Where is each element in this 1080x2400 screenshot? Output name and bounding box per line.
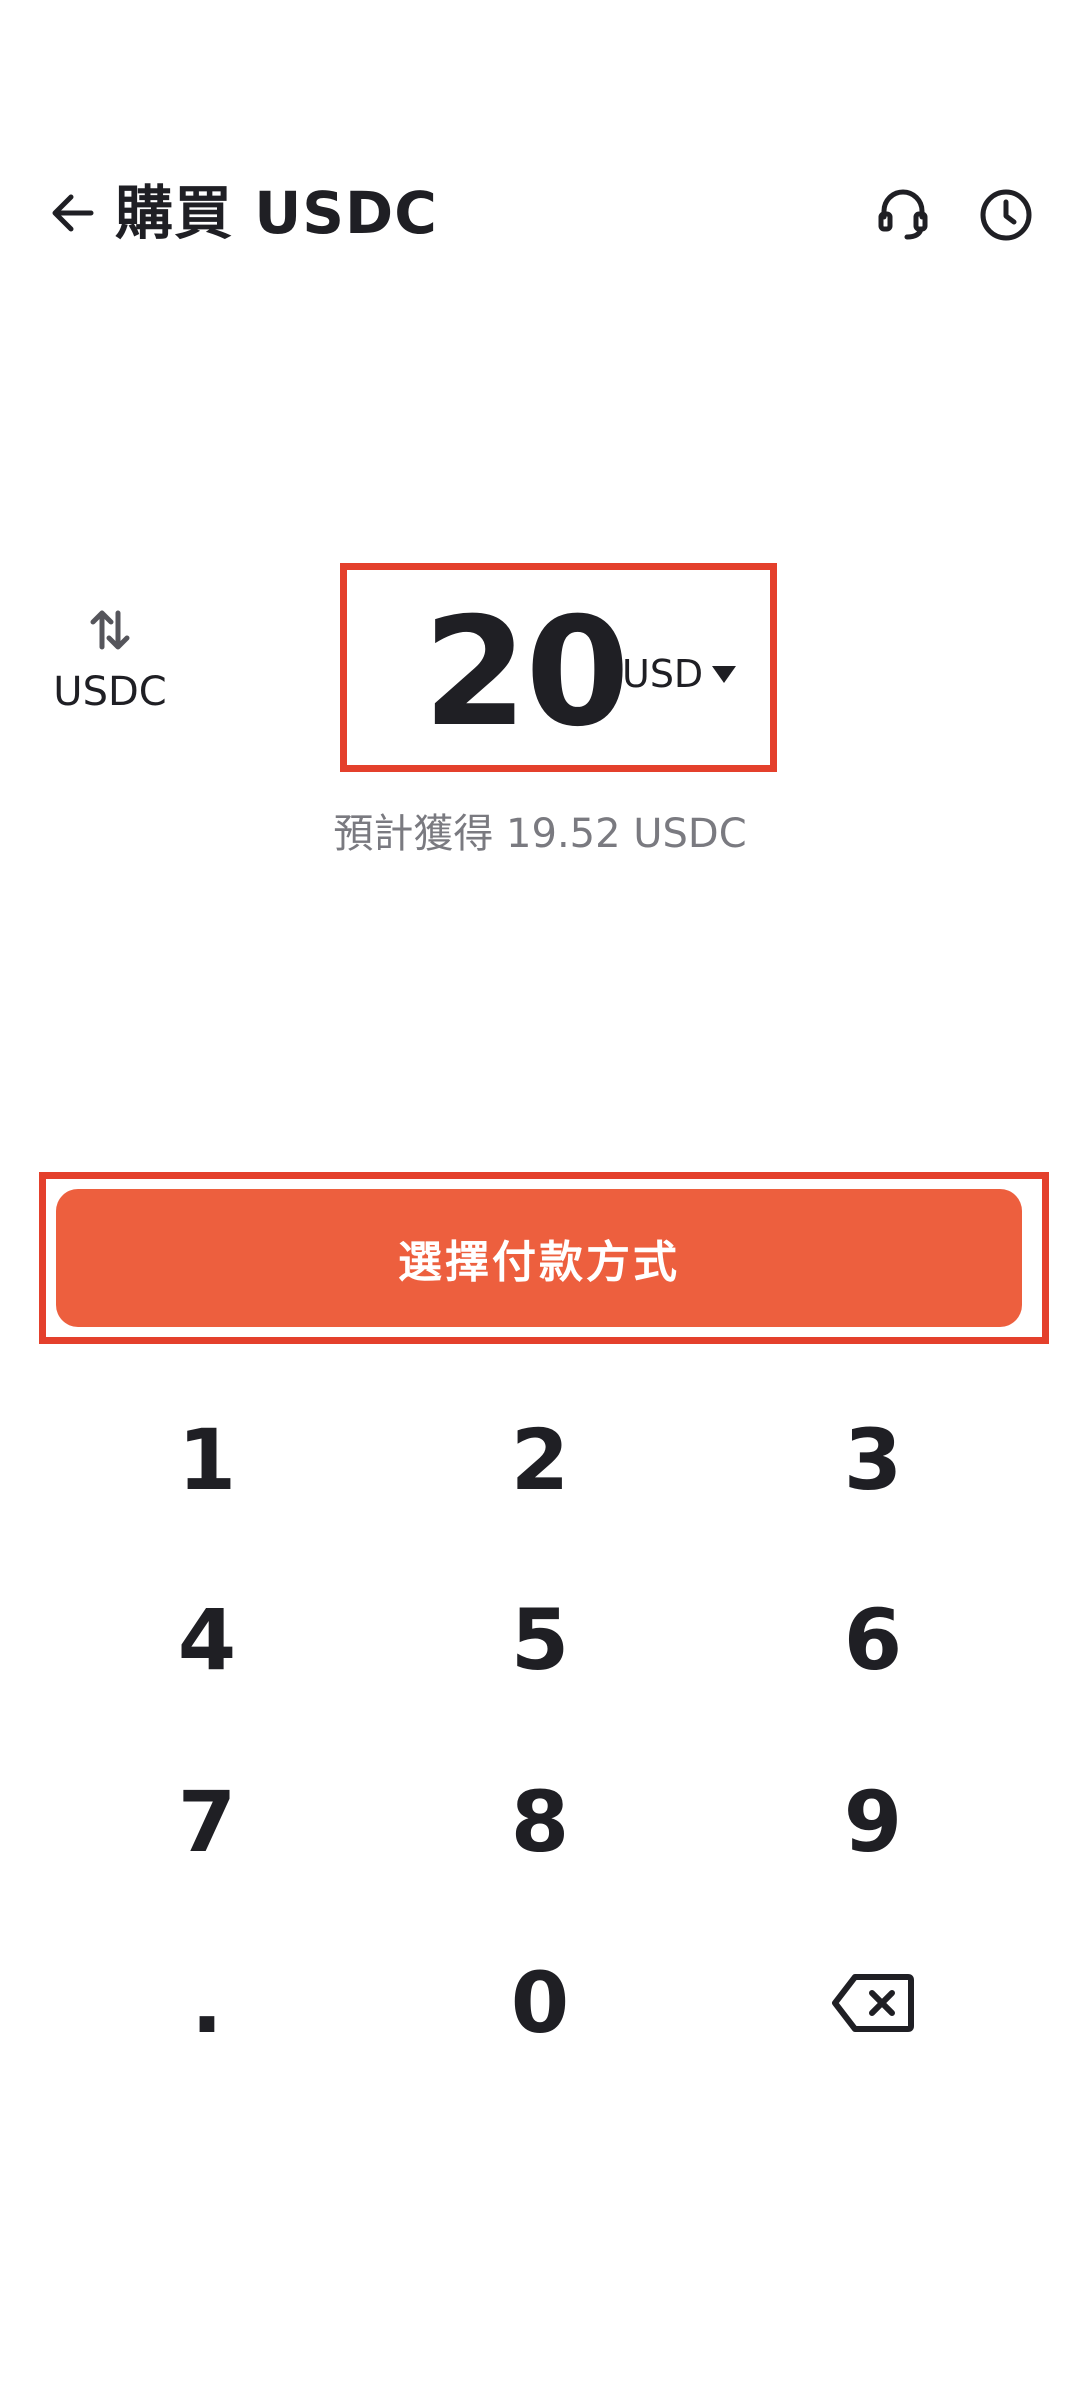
numeric-keypad: 1 2 3 4 5 6 7 8 9 . 0 <box>0 1380 1080 2100</box>
amount-value: 20 <box>423 586 630 760</box>
currency-selector[interactable]: USD <box>622 652 737 696</box>
key-8[interactable]: 8 <box>390 1742 690 1902</box>
estimate-text: 預計獲得 19.52 USDC <box>333 811 747 857</box>
headset-icon <box>878 189 928 240</box>
currency-label: USD <box>622 652 704 696</box>
swap-vertical-icon <box>90 610 130 650</box>
back-button[interactable] <box>42 183 102 243</box>
key-9[interactable]: 9 <box>723 1742 1023 1902</box>
key-6[interactable]: 6 <box>723 1560 1023 1720</box>
key-delete[interactable] <box>723 1923 1023 2083</box>
select-payment-method-button[interactable]: 選擇付款方式 <box>56 1189 1022 1327</box>
clock-icon <box>980 189 1032 241</box>
key-7[interactable]: 7 <box>57 1742 357 1902</box>
top-bar: 購買 USDC <box>0 150 1080 280</box>
key-2[interactable]: 2 <box>390 1380 690 1540</box>
key-0[interactable]: 0 <box>390 1923 690 2083</box>
key-4[interactable]: 4 <box>57 1560 357 1720</box>
swap-currency-toggle[interactable]: USDC <box>40 605 180 735</box>
backspace-icon <box>832 1974 914 2032</box>
support-button[interactable] <box>872 184 934 246</box>
swap-currency-label: USDC <box>53 669 167 715</box>
key-1[interactable]: 1 <box>57 1380 357 1540</box>
history-button[interactable] <box>975 184 1037 246</box>
arrow-left-icon <box>52 194 94 232</box>
cta-highlight: 選擇付款方式 <box>39 1172 1049 1344</box>
caret-down-icon <box>712 666 737 683</box>
key-5[interactable]: 5 <box>390 1560 690 1720</box>
key-3[interactable]: 3 <box>723 1380 1023 1540</box>
amount-input[interactable]: 20 USD <box>340 563 777 772</box>
key-decimal[interactable]: . <box>57 1923 357 2083</box>
page-title: 購買 USDC <box>115 179 438 247</box>
